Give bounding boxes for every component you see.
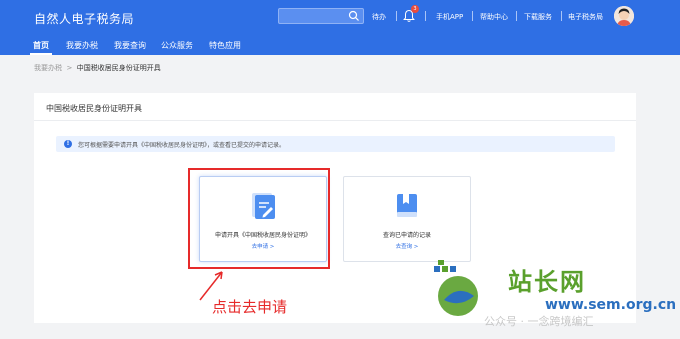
site-title[interactable]: 自然人电子税务局 (34, 10, 134, 27)
nav-active-indicator (30, 53, 52, 55)
divider (34, 120, 636, 121)
book-icon (397, 194, 417, 217)
go-query-link[interactable]: 去查询 > (344, 242, 470, 250)
annotation-callout: 点击去申请 (212, 298, 288, 316)
breadcrumb-parent[interactable]: 我要办税 (34, 64, 62, 72)
download-link[interactable]: 下载服务 (524, 12, 552, 22)
watermark-brand: 站长网 (508, 267, 586, 296)
divider (516, 11, 517, 21)
nav-home[interactable]: 首页 (33, 40, 49, 51)
search-icon[interactable] (348, 10, 360, 22)
divider (425, 11, 426, 21)
main-nav: 首页 我要办税 我要查询 公众服务 特色应用 (0, 36, 680, 55)
divider (472, 11, 473, 21)
option-label: 查询已申请的记录 (382, 232, 431, 239)
query-records-option[interactable]: 查询已申请的记录 去查询 > (343, 176, 471, 262)
top-header: 自然人电子税务局 待办 3 手机APP 帮助中心 下载服务 电子税务局 首页 我… (0, 0, 680, 55)
breadcrumb-current: 中国税收居民身份证明开具 (76, 64, 161, 72)
notice-text: 您可根据需要申请开具《中国税收居民身份证明》，或查看已提交的申请记录。 (78, 142, 286, 149)
breadcrumb: 我要办税 > 中国税收居民身份证明开具 (34, 63, 161, 73)
nav-query[interactable]: 我要查询 (114, 40, 146, 51)
search-input[interactable] (278, 8, 364, 24)
info-notice: ! 您可根据需要申请开具《中国税收居民身份证明》，或查看已提交的申请记录。 (56, 136, 615, 152)
breadcrumb-separator: > (66, 64, 73, 72)
user-avatar-icon (614, 6, 634, 26)
nav-special-apps[interactable]: 特色应用 (209, 40, 241, 51)
mobile-app-link[interactable]: 手机APP (436, 12, 463, 22)
info-icon: ! (64, 140, 72, 148)
highlight-box (188, 168, 330, 269)
divider (561, 11, 562, 21)
avatar[interactable] (614, 6, 634, 26)
page-title: 中国税收居民身份证明开具 (46, 104, 142, 113)
watermark-domain: www.sem.org.cn (545, 297, 677, 313)
nav-tax-filing[interactable]: 我要办税 (66, 40, 98, 51)
e-tax-link[interactable]: 电子税务局 (568, 12, 603, 22)
notification-badge: 3 (411, 5, 419, 13)
nav-public-service[interactable]: 公众服务 (161, 40, 193, 51)
watermark-account: 公众号 · 一念跨境编汇 (484, 315, 594, 328)
pending-link[interactable]: 待办 (372, 12, 386, 22)
help-center-link[interactable]: 帮助中心 (480, 12, 508, 22)
divider (396, 11, 397, 21)
